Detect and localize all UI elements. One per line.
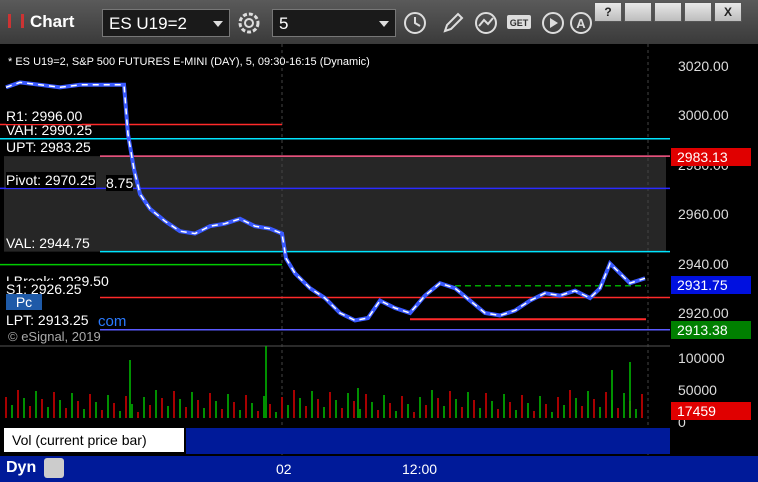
- minimize-button[interactable]: [654, 2, 682, 22]
- price-tick: 3020.00: [678, 58, 729, 74]
- chevron-down-icon[interactable]: [379, 21, 389, 27]
- drag-grip-icon[interactable]: [8, 14, 24, 28]
- volume-panel-label[interactable]: Vol (current price bar): [4, 428, 184, 452]
- maximize-button[interactable]: [684, 2, 712, 22]
- time-tick: 02: [276, 461, 292, 477]
- price-tag-lpt: 2913.38: [671, 321, 751, 339]
- volume-tick: 100000: [678, 350, 725, 366]
- study-label: * ES U19=2, S&P 500 FUTURES E-MINI (DAY)…: [8, 56, 370, 68]
- level-label-vah: VAH: 2990.25: [6, 122, 93, 138]
- volume-panel-strip: [186, 428, 670, 454]
- price-tick: 2960.00: [678, 206, 729, 222]
- restore-button[interactable]: [624, 2, 652, 22]
- symbol-value: ES U19=2: [109, 14, 187, 33]
- symbol-input[interactable]: ES U19=2: [102, 9, 230, 37]
- study-icon[interactable]: [474, 10, 500, 36]
- copyright-text: © eSignal, 2019: [8, 329, 101, 344]
- svg-text:A: A: [576, 16, 586, 31]
- pc-button[interactable]: Pc: [6, 294, 42, 310]
- get-icon[interactable]: GET: [506, 10, 532, 36]
- help-button[interactable]: ?: [594, 2, 622, 22]
- level-label-val: VAL: 2944.75: [6, 235, 90, 251]
- price-chart[interactable]: [0, 44, 670, 456]
- com-label: com: [98, 313, 127, 330]
- price-tick: 3000.00: [678, 107, 729, 123]
- interval-value: 5: [279, 14, 289, 33]
- price-tick: 2940.00: [678, 256, 729, 272]
- chevron-down-icon[interactable]: [213, 21, 223, 27]
- value-area-band: [4, 156, 666, 252]
- price-tag-upt: 2983.13: [671, 148, 751, 166]
- level-label-pivot: Pivot: 2970.25: [6, 172, 96, 188]
- time-tick: 12:00: [402, 461, 438, 477]
- price-tag-last: 2931.75: [671, 276, 751, 294]
- settings-icon[interactable]: [236, 10, 262, 36]
- level-label-extra: 8.75: [106, 175, 134, 191]
- play-icon[interactable]: [540, 10, 566, 36]
- pencil-icon[interactable]: [440, 10, 466, 36]
- title-bar: Chart ES U19=2 5 GET A ? X: [0, 0, 758, 44]
- level-label-lpt: LPT: 2913.25: [6, 312, 89, 328]
- clock-icon[interactable]: [402, 10, 428, 36]
- price-tick: 2920.00: [678, 305, 729, 321]
- app-title: Chart: [8, 12, 74, 32]
- close-button[interactable]: X: [714, 2, 742, 22]
- app-title-text: Chart: [30, 12, 75, 31]
- svg-text:GET: GET: [510, 18, 529, 28]
- interval-input[interactable]: 5: [272, 9, 396, 37]
- volume-tick: 50000: [678, 382, 717, 398]
- text-a-icon[interactable]: A: [568, 10, 594, 36]
- lock-icon[interactable]: [44, 458, 64, 478]
- close-icon[interactable]: x: [170, 426, 176, 440]
- price-tag-volume: 17459: [671, 402, 751, 420]
- dynamic-mode-label[interactable]: Dyn: [6, 459, 36, 477]
- level-label-upt: UPT: 2983.25: [6, 139, 91, 155]
- time-axis[interactable]: [0, 456, 758, 482]
